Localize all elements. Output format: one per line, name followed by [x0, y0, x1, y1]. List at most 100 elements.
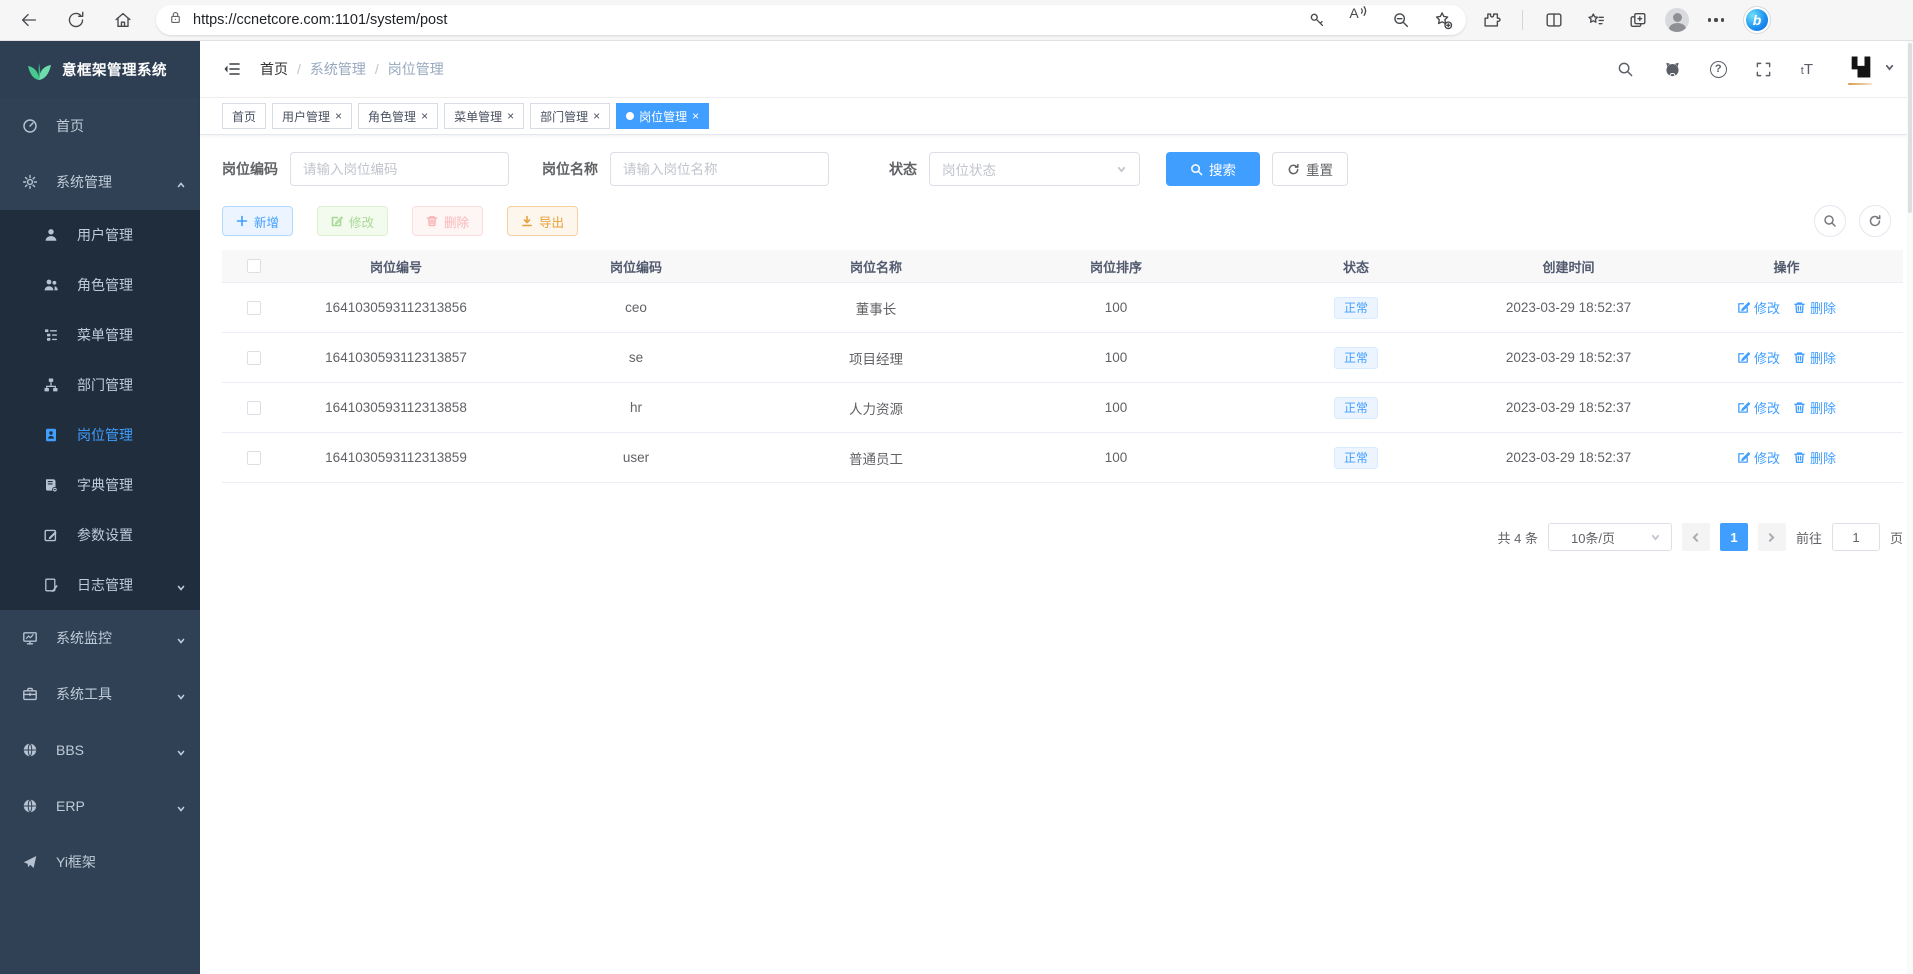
fullscreen-icon[interactable]: [1754, 59, 1774, 79]
sidebar-item-post-management[interactable]: 岗位管理: [0, 410, 200, 460]
url-text[interactable]: https://ccnetcore.com:1101/system/post: [193, 12, 1302, 28]
dashboard-icon: [22, 118, 38, 134]
help-icon[interactable]: ?: [1710, 61, 1727, 78]
add-favorite-icon[interactable]: [1428, 5, 1458, 35]
row-delete-link[interactable]: 删除: [1793, 348, 1836, 367]
address-bar[interactable]: https://ccnetcore.com:1101/system/post A: [156, 5, 1466, 35]
sidebar-item-menu-management[interactable]: 菜单管理: [0, 310, 200, 360]
github-icon[interactable]: [1663, 59, 1683, 79]
row-checkbox[interactable]: [247, 451, 261, 465]
post-code-input[interactable]: [290, 152, 509, 186]
browser-home-icon[interactable]: [108, 5, 138, 35]
tab-home[interactable]: 首页: [222, 103, 266, 129]
tab-close-icon[interactable]: ×: [692, 110, 699, 122]
sidebar-item-dict-management[interactable]: 字典管理: [0, 460, 200, 510]
export-button[interactable]: 导出: [507, 206, 578, 236]
tab-close-icon[interactable]: ×: [335, 110, 342, 122]
tab-role-management[interactable]: 角色管理 ×: [358, 103, 438, 129]
sidebar-item-system-tools[interactable]: 系统工具: [0, 666, 200, 722]
read-aloud-icon[interactable]: A: [1344, 5, 1374, 35]
header-search-icon[interactable]: [1616, 59, 1636, 79]
browser-profile-avatar[interactable]: [1665, 8, 1689, 32]
password-key-icon[interactable]: [1302, 5, 1332, 35]
row-edit-link[interactable]: 修改: [1737, 348, 1780, 367]
tab-dept-management[interactable]: 部门管理 ×: [530, 103, 610, 129]
browser-menu-icon[interactable]: [1701, 5, 1731, 35]
post-name-label: 岗位名称: [542, 159, 598, 179]
sidebar-item-system-monitor[interactable]: 系统监控: [0, 610, 200, 666]
header-post-sort: 岗位排序: [986, 257, 1246, 276]
breadcrumb-home[interactable]: 首页: [260, 59, 288, 79]
row-checkbox[interactable]: [247, 351, 261, 365]
sidebar-item-system-management[interactable]: 系统管理: [0, 154, 200, 210]
tab-menu-management[interactable]: 菜单管理 ×: [444, 103, 524, 129]
sidebar-item-param-settings[interactable]: 参数设置: [0, 510, 200, 560]
chevron-down-icon: [176, 689, 186, 699]
leaf-logo-icon: [26, 58, 52, 82]
row-checkbox[interactable]: [247, 401, 261, 415]
sidebar-item-role-management[interactable]: 角色管理: [0, 260, 200, 310]
row-delete-link[interactable]: 删除: [1793, 298, 1836, 317]
chevron-down-icon: [176, 745, 186, 755]
sidebar-item-home[interactable]: 首页: [0, 98, 200, 154]
favorites-icon[interactable]: [1581, 5, 1611, 35]
user-icon: [43, 227, 59, 243]
refresh-table-button[interactable]: [1859, 205, 1891, 237]
new-tab-collections-icon[interactable]: [1623, 5, 1653, 35]
tab-post-management[interactable]: 岗位管理 ×: [616, 103, 709, 129]
split-screen-icon[interactable]: [1539, 5, 1569, 35]
toolbar-divider: [1522, 10, 1523, 30]
row-delete-link[interactable]: 删除: [1793, 448, 1836, 467]
post-name-input[interactable]: [610, 152, 829, 186]
tab-user-management[interactable]: 用户管理 ×: [272, 103, 352, 129]
row-edit-link[interactable]: 修改: [1737, 298, 1780, 317]
sidebar-item-bbs[interactable]: BBS: [0, 722, 200, 778]
row-edit-link[interactable]: 修改: [1737, 448, 1780, 467]
jump-page-input[interactable]: [1832, 523, 1880, 551]
select-all-checkbox[interactable]: [247, 259, 261, 273]
user-menu[interactable]: [1846, 53, 1895, 85]
bing-chat-icon[interactable]: b: [1743, 6, 1771, 34]
cell-created-time: 2023-03-29 18:52:37: [1466, 300, 1671, 315]
cell-post-id: 1641030593112313859: [286, 450, 506, 465]
trash-icon: [1793, 401, 1806, 414]
sidebar-collapse-icon[interactable]: [222, 59, 242, 79]
font-size-icon[interactable]: tT: [1801, 61, 1813, 78]
browser-refresh-icon[interactable]: [61, 5, 91, 35]
main-content: 首页 / 系统管理 / 岗位管理 ? tT: [200, 41, 1913, 974]
row-delete-link[interactable]: 删除: [1793, 398, 1836, 417]
sidebar-item-log-management[interactable]: 日志管理: [0, 560, 200, 610]
page-scrollbar[interactable]: [1907, 41, 1913, 974]
sidebar-item-label: 角色管理: [77, 275, 133, 295]
sidebar-item-label: 系统工具: [56, 684, 112, 704]
tab-close-icon[interactable]: ×: [421, 110, 428, 122]
sidebar-item-erp[interactable]: ERP: [0, 778, 200, 834]
settings-edit-icon: [43, 527, 59, 543]
cell-post-name: 人力资源: [766, 398, 986, 418]
sidebar-item-yi-framework[interactable]: Yi框架: [0, 834, 200, 890]
next-page-button[interactable]: [1758, 523, 1786, 551]
edit-button[interactable]: 修改: [317, 206, 388, 236]
sidebar: 意框架管理系统 首页 系统管理 用户管理 角色管理 菜单管理 部门管理: [0, 41, 200, 974]
browser-back-icon[interactable]: [14, 5, 44, 35]
tab-close-icon[interactable]: ×: [593, 110, 600, 122]
page-size-select[interactable]: 10条/页: [1548, 523, 1672, 551]
show-search-toggle-button[interactable]: [1814, 205, 1846, 237]
search-button[interactable]: 搜索: [1166, 152, 1260, 186]
add-button[interactable]: 新增: [222, 206, 293, 236]
tab-close-icon[interactable]: ×: [507, 110, 514, 122]
refresh-icon: [1868, 214, 1882, 228]
extensions-icon[interactable]: [1476, 5, 1506, 35]
zoom-out-icon[interactable]: [1386, 5, 1416, 35]
status-select[interactable]: 岗位状态: [929, 152, 1140, 186]
sidebar-item-user-management[interactable]: 用户管理: [0, 210, 200, 260]
row-checkbox[interactable]: [247, 301, 261, 315]
trash-icon: [1793, 351, 1806, 364]
sidebar-item-dept-management[interactable]: 部门管理: [0, 360, 200, 410]
row-edit-link[interactable]: 修改: [1737, 398, 1780, 417]
reset-button[interactable]: 重置: [1272, 152, 1348, 186]
page-1-button[interactable]: 1: [1720, 523, 1748, 551]
delete-button[interactable]: 删除: [412, 206, 483, 236]
prev-page-button[interactable]: [1682, 523, 1710, 551]
header-created-time: 创建时间: [1466, 257, 1671, 276]
